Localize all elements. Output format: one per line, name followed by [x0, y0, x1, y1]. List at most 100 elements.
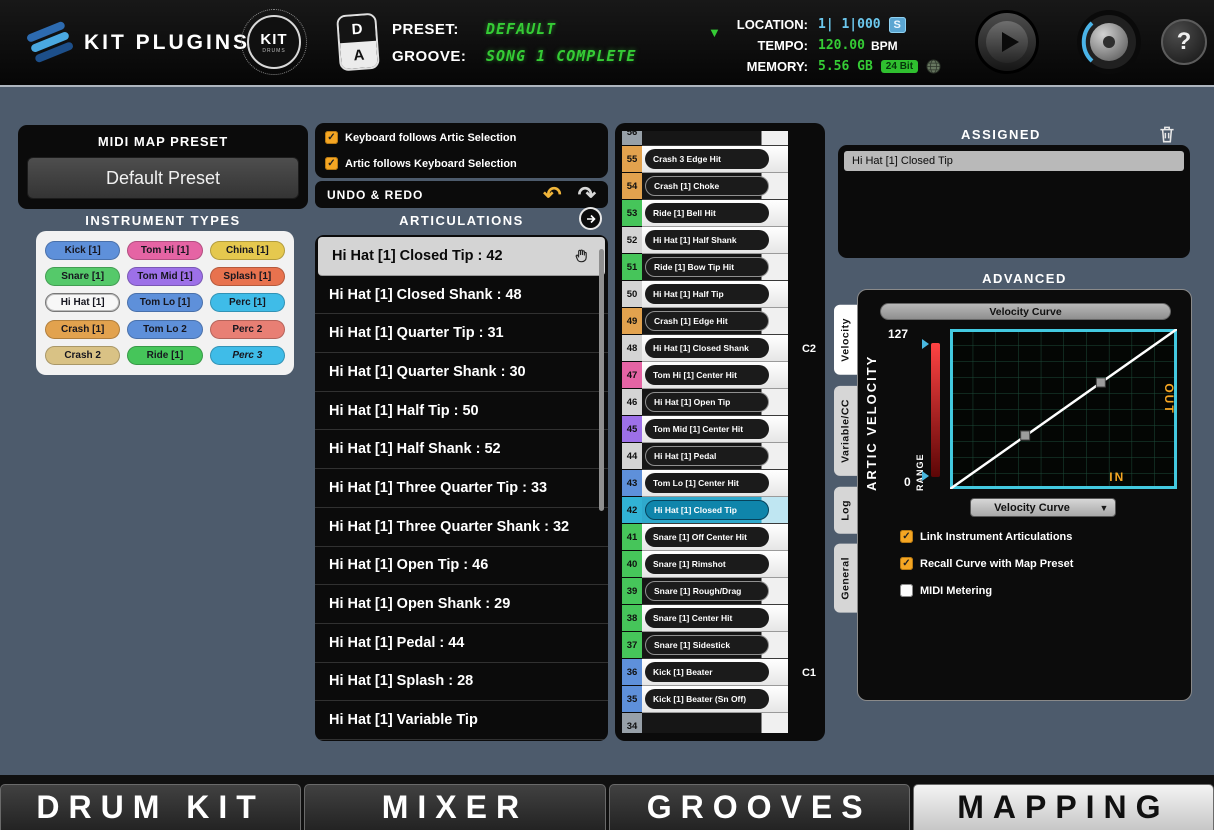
help-button[interactable]: ?	[1161, 19, 1207, 65]
piano-key-41[interactable]: 41Snare [1] Off Center Hit	[622, 524, 818, 551]
midi-map-preset-selector[interactable]: Default Preset	[27, 157, 299, 199]
checked-checkbox[interactable]: ✓	[325, 157, 338, 170]
sync-badge[interactable]: S	[889, 17, 906, 33]
tab-general[interactable]: General	[834, 544, 857, 613]
play-button[interactable]	[974, 9, 1040, 75]
piano-key-40[interactable]: 40Snare [1] Rimshot	[622, 551, 818, 578]
articulation-item[interactable]: Hi Hat [1] Pedal : 44	[315, 624, 608, 663]
articulation-item[interactable]: Hi Hat [1] Variable Tip	[315, 701, 608, 740]
piano-key-35[interactable]: 35Kick [1] Beater (Sn Off)	[622, 686, 818, 713]
articulation-item[interactable]: Hi Hat [1] Half Tip : 50	[315, 392, 608, 431]
instrument-button[interactable]: Perc [1]	[210, 293, 285, 312]
da-toggle-a[interactable]: A	[340, 41, 378, 69]
unchecked-checkbox[interactable]	[900, 584, 913, 597]
bit-depth-badge: 24 Bit	[881, 60, 918, 73]
instrument-button[interactable]: Crash 2	[45, 346, 120, 365]
instrument-button[interactable]: Ride [1]	[127, 346, 202, 365]
key-articulation-label: Tom Lo [1] Center Hit	[645, 473, 769, 493]
redo-icon[interactable]: ↷	[578, 185, 596, 205]
checked-checkbox[interactable]: ✓	[900, 530, 913, 543]
articulation-item[interactable]: Hi Hat [1] Open Tip : 46	[315, 547, 608, 586]
instrument-button[interactable]: Tom Lo 2	[127, 320, 202, 339]
assigned-list: Hi Hat [1] Closed Tip	[838, 145, 1190, 258]
groove-value[interactable]: SONG 1 COMPLETE	[486, 47, 636, 65]
articulation-item[interactable]: Hi Hat [1] Closed Tip : 42	[318, 237, 605, 276]
piano-key-56[interactable]: 56	[622, 131, 818, 146]
hand-grab-icon	[574, 248, 589, 263]
assigned-item[interactable]: Hi Hat [1] Closed Tip	[844, 151, 1184, 171]
checkbox-row[interactable]: ✓Recall Curve with Map Preset	[900, 557, 1073, 570]
piano-key-53[interactable]: 53Ride [1] Bell Hit	[622, 200, 818, 227]
articulation-item[interactable]: Hi Hat [1] Quarter Shank : 30	[315, 353, 608, 392]
instrument-button[interactable]: Snare [1]	[45, 267, 120, 286]
checkbox-row[interactable]: ✓Keyboard follows Artic Selection	[325, 131, 598, 144]
instrument-button[interactable]: Perc 2	[210, 320, 285, 339]
instrument-button[interactable]: Tom Mid [1]	[127, 267, 202, 286]
instrument-button[interactable]: Hi Hat [1]	[45, 293, 120, 312]
tab-grooves[interactable]: GROOVES	[609, 784, 910, 830]
tab-variable-cc[interactable]: Variable/CC	[834, 386, 857, 476]
volume-knob[interactable]	[1076, 9, 1142, 75]
piano-key-46[interactable]: 46Hi Hat [1] Open Tip	[622, 389, 818, 416]
piano-key-44[interactable]: 44Hi Hat [1] Pedal	[622, 443, 818, 470]
checkbox-row[interactable]: ✓Link Instrument Articulations	[900, 530, 1073, 543]
tab-velocity[interactable]: Velocity	[834, 305, 857, 375]
velocity-range-slider[interactable]	[931, 343, 940, 477]
checked-checkbox[interactable]: ✓	[325, 131, 338, 144]
checked-checkbox[interactable]: ✓	[900, 557, 913, 570]
range-top-handle-icon[interactable]	[922, 339, 934, 349]
groove-dropdown-icon[interactable]: ▼	[708, 25, 721, 40]
key-body: Kick [1] Beater	[642, 659, 788, 686]
da-toggle-d[interactable]: D	[338, 15, 376, 43]
tab-drum-kit[interactable]: DRUM KIT	[0, 784, 301, 830]
checkbox-row[interactable]: MIDI Metering	[900, 584, 1073, 597]
piano-key-47[interactable]: 47Tom Hi [1] Center Hit	[622, 362, 818, 389]
instrument-button[interactable]: Kick [1]	[45, 241, 120, 260]
articulation-label: Hi Hat [1] Three Quarter Tip : 33	[329, 480, 547, 496]
tab-log[interactable]: Log	[834, 487, 857, 534]
velocity-curve-dropdown[interactable]: Velocity Curve ▼	[970, 498, 1116, 517]
articulation-scrollbar[interactable]	[599, 249, 604, 511]
checkbox-row[interactable]: ✓Artic follows Keyboard Selection	[325, 157, 598, 170]
piano-key-50[interactable]: 50Hi Hat [1] Half Tip	[622, 281, 818, 308]
piano-key-38[interactable]: 38Snare [1] Center Hit	[622, 605, 818, 632]
piano-key-51[interactable]: 51Ride [1] Bow Tip Hit	[622, 254, 818, 281]
da-toggle[interactable]: D A	[336, 13, 380, 72]
piano-key-49[interactable]: 49Crash [1] Edge Hit	[622, 308, 818, 335]
piano-key-52[interactable]: 52Hi Hat [1] Half Shank	[622, 227, 818, 254]
piano-key-45[interactable]: 45Tom Mid [1] Center Hit	[622, 416, 818, 443]
articulation-item[interactable]: Hi Hat [1] Quarter Tip : 31	[315, 314, 608, 353]
octave-label	[788, 131, 818, 146]
piano-key-36[interactable]: 36Kick [1] BeaterC1	[622, 659, 818, 686]
trash-icon[interactable]	[1156, 123, 1178, 145]
key-body: Kick [1] Beater (Sn Off)	[642, 686, 788, 713]
articulation-item[interactable]: Hi Hat [1] Three Quarter Tip : 33	[315, 469, 608, 508]
piano-key-48[interactable]: 48Hi Hat [1] Closed ShankC2	[622, 335, 818, 362]
piano-key-54[interactable]: 54Crash [1] Choke	[622, 173, 818, 200]
articulation-item[interactable]: Hi Hat [1] Half Shank : 52	[315, 430, 608, 469]
piano-key-55[interactable]: 55Crash 3 Edge Hit	[622, 146, 818, 173]
articulation-item[interactable]: Hi Hat [1] Three Quarter Shank : 32	[315, 508, 608, 547]
articulation-item[interactable]: Hi Hat [1] Open Shank : 29	[315, 585, 608, 624]
undo-icon[interactable]: ↶	[543, 185, 561, 205]
instrument-button[interactable]: Splash [1]	[210, 267, 285, 286]
piano-key-42[interactable]: 42Hi Hat [1] Closed Tip	[622, 497, 818, 524]
articulation-item[interactable]: Hi Hat [1] Splash : 28	[315, 663, 608, 702]
tab-mixer[interactable]: MIXER	[304, 784, 605, 830]
piano-key-34[interactable]: 34	[622, 713, 818, 733]
instrument-button[interactable]: Tom Lo [1]	[127, 293, 202, 312]
piano-key-37[interactable]: 37Snare [1] Sidestick	[622, 632, 818, 659]
preset-value[interactable]: DEFAULT	[486, 20, 556, 38]
instrument-button[interactable]: Crash [1]	[45, 320, 120, 339]
velocity-curve-graph[interactable]: IN OUT	[950, 329, 1177, 489]
range-bottom-handle-icon[interactable]	[922, 471, 934, 481]
tab-mapping[interactable]: MAPPING	[913, 784, 1214, 830]
articulation-list: Hi Hat [1] Closed Tip : 42Hi Hat [1] Clo…	[315, 235, 608, 741]
articulations-expand-button[interactable]	[579, 207, 602, 230]
instrument-button[interactable]: Perc 3	[210, 346, 285, 365]
piano-key-43[interactable]: 43Tom Lo [1] Center Hit	[622, 470, 818, 497]
instrument-button[interactable]: China [1]	[210, 241, 285, 260]
instrument-button[interactable]: Tom Hi [1]	[127, 241, 202, 260]
piano-key-39[interactable]: 39Snare [1] Rough/Drag	[622, 578, 818, 605]
articulation-item[interactable]: Hi Hat [1] Closed Shank : 48	[315, 276, 608, 315]
